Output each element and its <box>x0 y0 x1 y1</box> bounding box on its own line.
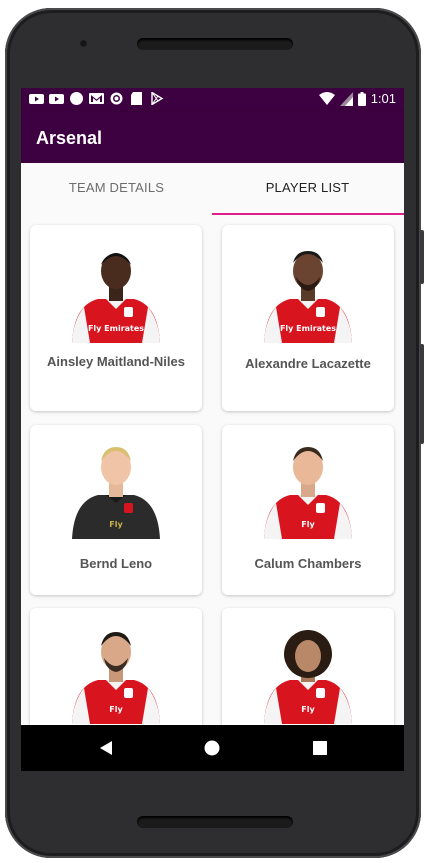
svg-text:Fly: Fly <box>109 705 123 714</box>
player-name: Bernd Leno <box>79 556 153 571</box>
top-speaker <box>137 38 293 50</box>
gmail-icon <box>89 93 104 104</box>
player-card[interactable]: Fly Emirates Ainsley Maitland-Niles <box>30 225 202 411</box>
recents-icon[interactable] <box>309 737 331 759</box>
sd-card-icon <box>131 92 142 105</box>
power-button[interactable] <box>420 230 424 284</box>
player-photo: Fly Emirates <box>264 251 352 343</box>
app-title: Arsenal <box>36 128 103 148</box>
wifi-icon <box>318 91 335 105</box>
player-grid: Fly Emirates Ainsley Maitland-Niles Fly … <box>21 216 404 771</box>
player-photo: Fly <box>72 447 160 539</box>
player-photo: Fly Emirates <box>72 253 160 343</box>
play-store-icon <box>151 92 164 105</box>
app-bar: Arsenal <box>21 112 404 163</box>
svg-text:Fly Emirates: Fly Emirates <box>88 324 144 333</box>
battery-icon <box>357 91 366 106</box>
svg-text:Fly Emirates: Fly Emirates <box>280 324 336 333</box>
home-icon[interactable] <box>201 737 223 759</box>
screen: 1:01 Arsenal TEAM DETAILS PLAYER LIST Fl… <box>21 88 404 771</box>
player-name: Calum Chambers <box>254 556 362 571</box>
svg-text:Fly: Fly <box>109 520 123 529</box>
svg-text:Fly: Fly <box>301 520 315 529</box>
svg-text:Fly: Fly <box>301 705 315 714</box>
player-card[interactable]: Fly Bernd Leno <box>30 425 202 595</box>
bottom-speaker <box>137 816 293 828</box>
player-name: Ainsley Maitland-Niles <box>47 354 185 369</box>
volume-button[interactable] <box>420 344 424 444</box>
player-photo: Fly <box>72 632 160 724</box>
player-card[interactable]: Fly Emirates Alexandre Lacazette <box>222 225 394 411</box>
tab-player-list[interactable]: PLAYER LIST <box>212 163 403 216</box>
back-icon[interactable] <box>96 737 118 759</box>
youtube-icon <box>29 94 44 104</box>
tab-team-details[interactable]: TEAM DETAILS <box>21 163 212 216</box>
circle-icon <box>70 92 83 105</box>
player-photo: Fly <box>264 630 352 724</box>
status-time: 1:01 <box>370 91 396 106</box>
tab-indicator <box>212 213 404 215</box>
player-name: Alexandre Lacazette <box>245 356 371 371</box>
record-icon <box>110 92 123 105</box>
front-camera <box>79 39 88 48</box>
player-card[interactable]: Fly Calum Chambers <box>222 425 394 595</box>
player-photo: Fly <box>264 447 352 539</box>
system-nav-bar <box>21 725 404 771</box>
signal-icon <box>339 91 353 106</box>
tab-bar: TEAM DETAILS PLAYER LIST <box>21 163 404 216</box>
status-bar: 1:01 <box>21 88 404 112</box>
youtube-icon <box>49 94 64 104</box>
